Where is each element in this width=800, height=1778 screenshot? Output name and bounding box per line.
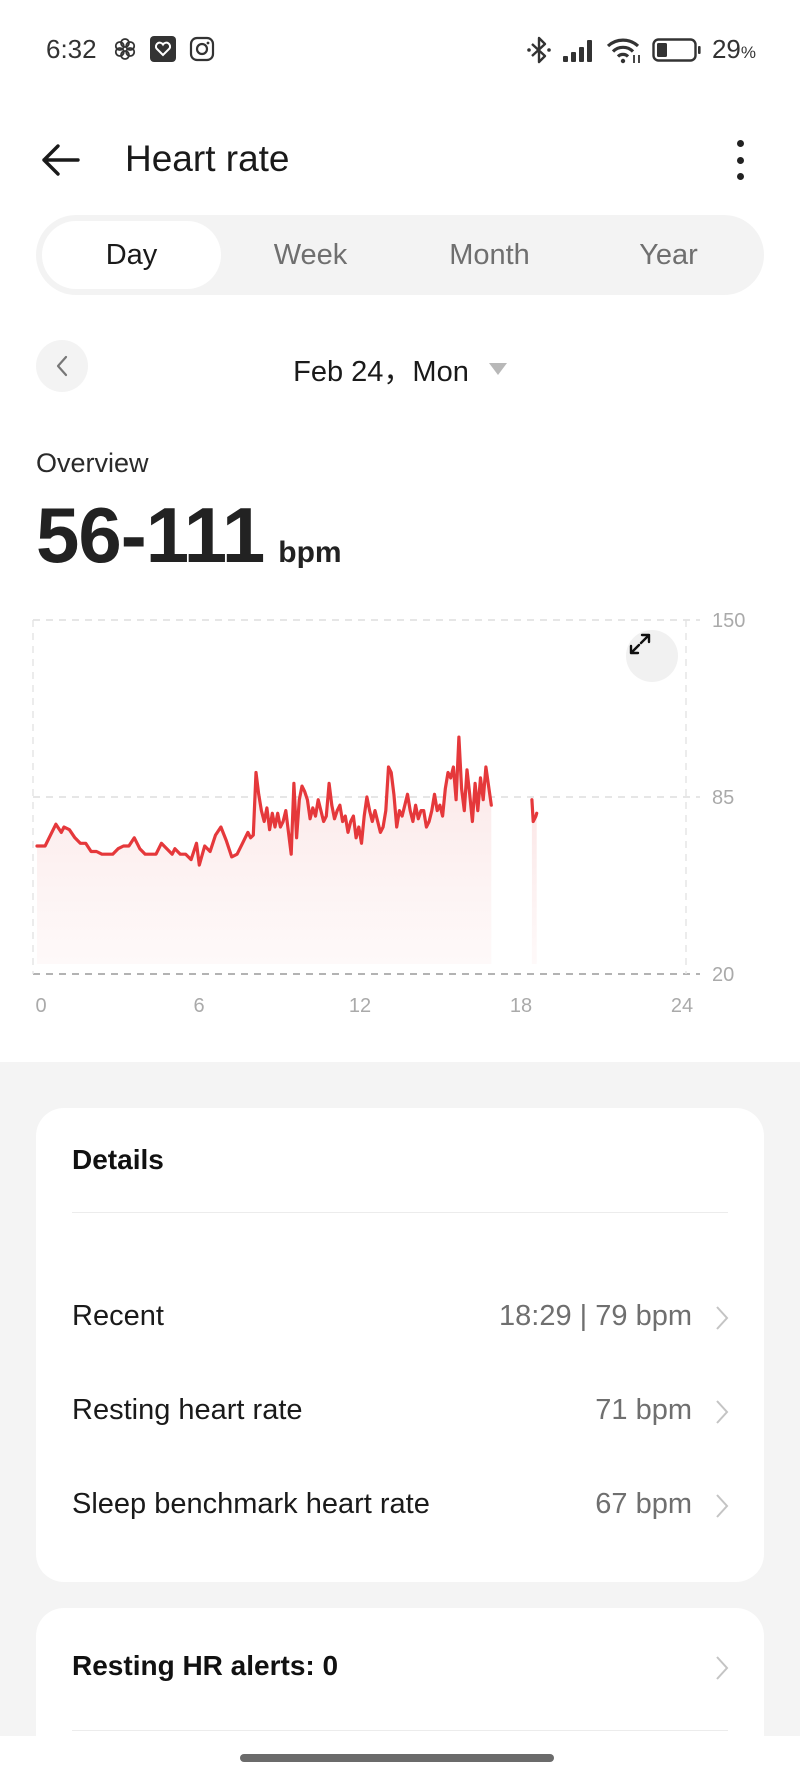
overview-unit: bpm [278,536,342,569]
back-button[interactable] [38,138,88,182]
period-tabs: Day Week Month Year [36,215,764,295]
detail-row-recent[interactable]: Recent 18:29 | 79 bpm [36,1276,764,1356]
x-tick-label: 12 [349,995,371,1017]
wifi-icon [606,38,640,63]
detail-value: 67 bpm [595,1488,692,1520]
more-vertical-icon [736,140,744,147]
heart-rate-line-segment [530,798,539,824]
home-indicator[interactable] [240,1754,554,1762]
overview-range-value: 56-111 [36,491,265,579]
detail-value: 18:29 | 79 bpm [499,1300,692,1332]
chevron-right-icon [716,1400,729,1424]
x-tick-label: 18 [510,995,532,1017]
more-options-button[interactable] [728,140,752,180]
battery-icon [652,37,701,62]
y-tick-label: 85 [712,787,734,809]
heart-rate-area-fill [531,799,537,964]
health-heart-app-icon [150,36,176,62]
tab-day[interactable]: Day [42,221,221,289]
y-tick-label: 150 [712,610,745,632]
tab-month[interactable]: Month [400,221,579,289]
heart-rate-area-fill [37,737,492,964]
overview-range: 56-111 bpm [36,490,342,581]
details-card: Details Recent 18:29 | 79 bpm Resting he… [36,1108,764,1582]
date-navigator: Feb 24，Mon [0,338,800,394]
divider [72,1730,728,1731]
detail-label: Recent [72,1300,164,1332]
detail-label: Resting heart rate [72,1394,303,1426]
status-icons: 29% [526,34,756,65]
chevron-right-icon [716,1306,729,1330]
detail-value: 71 bpm [595,1394,692,1426]
status-time: 6:32 [46,34,97,64]
detail-label: Sleep benchmark heart rate [72,1488,430,1520]
tab-year[interactable]: Year [579,221,758,289]
status-bar: 6:32 29% [0,0,800,100]
chevron-right-icon [716,1494,729,1518]
details-title: Details [72,1144,164,1175]
detail-row-resting-heart-rate[interactable]: Resting heart rate 71 bpm [36,1370,764,1450]
date-label: Feb 24，Mon [293,356,469,388]
signal-icon [562,39,592,62]
page-title: Heart rate [125,138,290,179]
date-picker[interactable]: Feb 24，Mon [0,348,800,390]
heart-rate-chart[interactable]: 150 85 20 0 6 12 18 24 [0,600,800,1020]
instagram-icon [189,36,215,62]
battery-percent: 29% [711,34,756,64]
tab-week[interactable]: Week [221,221,400,289]
expand-chart-button[interactable] [626,630,678,682]
caret-down-icon [488,363,507,376]
arrow-left-icon [42,144,80,176]
bluetooth-icon [527,36,551,63]
app-bar: Heart rate [0,120,800,200]
y-tick-label: 20 [712,964,734,986]
x-tick-label: 0 [35,995,46,1017]
overview-label: Overview [36,448,149,478]
resting-hr-alerts-title: Resting HR alerts: 0 [72,1650,339,1681]
x-tick-label: 24 [671,995,693,1017]
flower-app-icon [114,38,136,60]
expand-icon [629,633,651,655]
detail-row-sleep-benchmark[interactable]: Sleep benchmark heart rate 67 bpm [36,1464,764,1544]
x-tick-label: 6 [193,995,204,1017]
divider [72,1212,728,1213]
heart-rate-chart-svg: 150 85 20 0 6 12 18 24 [32,610,745,1017]
chevron-right-icon [716,1656,729,1680]
